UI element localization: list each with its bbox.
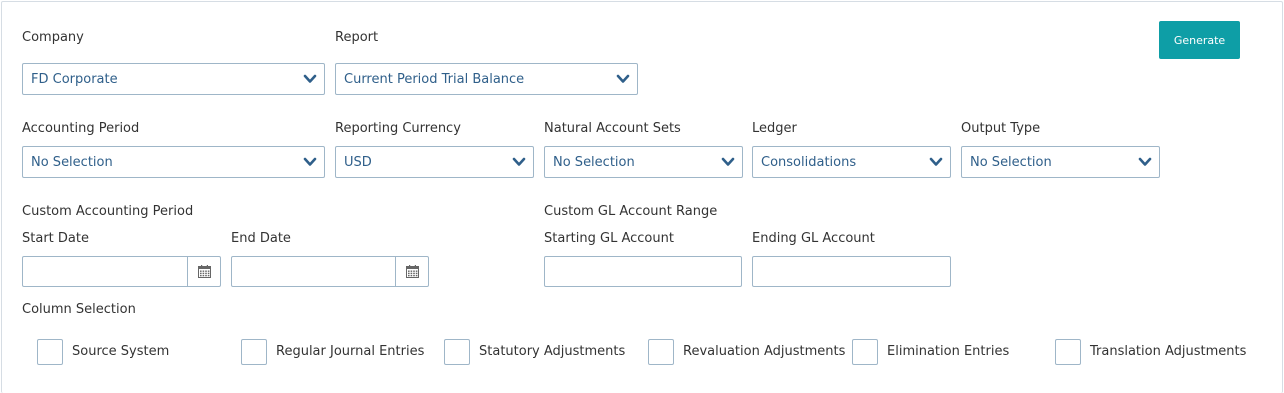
natural-account-sets-value: No Selection <box>553 155 635 170</box>
chevron-down-icon <box>929 157 943 166</box>
revaluation-adjustments-checkbox[interactable] <box>648 339 674 365</box>
accounting-period-select[interactable]: No Selection <box>22 146 325 178</box>
source-system-checkbox[interactable] <box>37 339 63 365</box>
company-value: FD Corporate <box>31 72 118 87</box>
start-date-label: Start Date <box>22 231 89 246</box>
reporting-currency-select[interactable]: USD <box>335 146 534 178</box>
starting-gl-account-label: Starting GL Account <box>544 231 674 246</box>
chevron-down-icon <box>1138 157 1152 166</box>
ending-gl-account-label: Ending GL Account <box>752 231 875 246</box>
calendar-icon <box>197 265 211 278</box>
statutory-adjustments-label: Statutory Adjustments <box>479 344 626 359</box>
ledger-label: Ledger <box>752 121 797 136</box>
regular-journal-entries-checkbox[interactable] <box>241 339 267 365</box>
chevron-down-icon <box>616 74 630 83</box>
end-date-calendar-button[interactable] <box>395 257 428 286</box>
ledger-value: Consolidations <box>761 155 857 170</box>
custom-gl-account-range-heading: Custom GL Account Range <box>544 204 718 219</box>
start-date-field[interactable] <box>22 256 221 287</box>
statutory-adjustments-checkbox[interactable] <box>444 339 470 365</box>
elimination-entries-checkbox[interactable] <box>852 339 878 365</box>
output-type-value: No Selection <box>970 155 1052 170</box>
custom-accounting-period-heading: Custom Accounting Period <box>22 204 194 219</box>
source-system-label: Source System <box>72 344 170 359</box>
translation-adjustments-checkbox[interactable] <box>1055 339 1081 365</box>
starting-gl-account-input[interactable] <box>544 256 742 287</box>
report-label: Report <box>335 30 379 45</box>
chevron-down-icon <box>512 157 526 166</box>
end-date-field[interactable] <box>231 256 429 287</box>
company-label: Company <box>22 30 84 45</box>
calendar-icon <box>405 265 419 278</box>
elimination-entries-label: Elimination Entries <box>887 344 1010 359</box>
start-date-calendar-button[interactable] <box>187 257 220 286</box>
end-date-label: End Date <box>231 231 291 246</box>
report-form-panel <box>1 1 1283 393</box>
generate-button[interactable]: Generate <box>1159 21 1240 59</box>
output-type-label: Output Type <box>961 121 1041 136</box>
accounting-period-value: No Selection <box>31 155 113 170</box>
company-select[interactable]: FD Corporate <box>22 63 325 95</box>
natural-account-sets-label: Natural Account Sets <box>544 121 681 136</box>
reporting-currency-label: Reporting Currency <box>335 121 461 136</box>
column-selection-heading: Column Selection <box>22 302 136 317</box>
ledger-select[interactable]: Consolidations <box>752 146 951 178</box>
reporting-currency-value: USD <box>344 155 372 170</box>
natural-account-sets-select[interactable]: No Selection <box>544 146 743 178</box>
chevron-down-icon <box>303 157 317 166</box>
ending-gl-account-input[interactable] <box>752 256 951 287</box>
chevron-down-icon <box>721 157 735 166</box>
output-type-select[interactable]: No Selection <box>961 146 1160 178</box>
regular-journal-entries-label: Regular Journal Entries <box>276 344 425 359</box>
revaluation-adjustments-label: Revaluation Adjustments <box>683 344 846 359</box>
chevron-down-icon <box>303 74 317 83</box>
report-select[interactable]: Current Period Trial Balance <box>335 63 638 95</box>
accounting-period-label: Accounting Period <box>22 121 140 136</box>
report-value: Current Period Trial Balance <box>344 72 525 87</box>
translation-adjustments-label: Translation Adjustments <box>1090 344 1247 359</box>
